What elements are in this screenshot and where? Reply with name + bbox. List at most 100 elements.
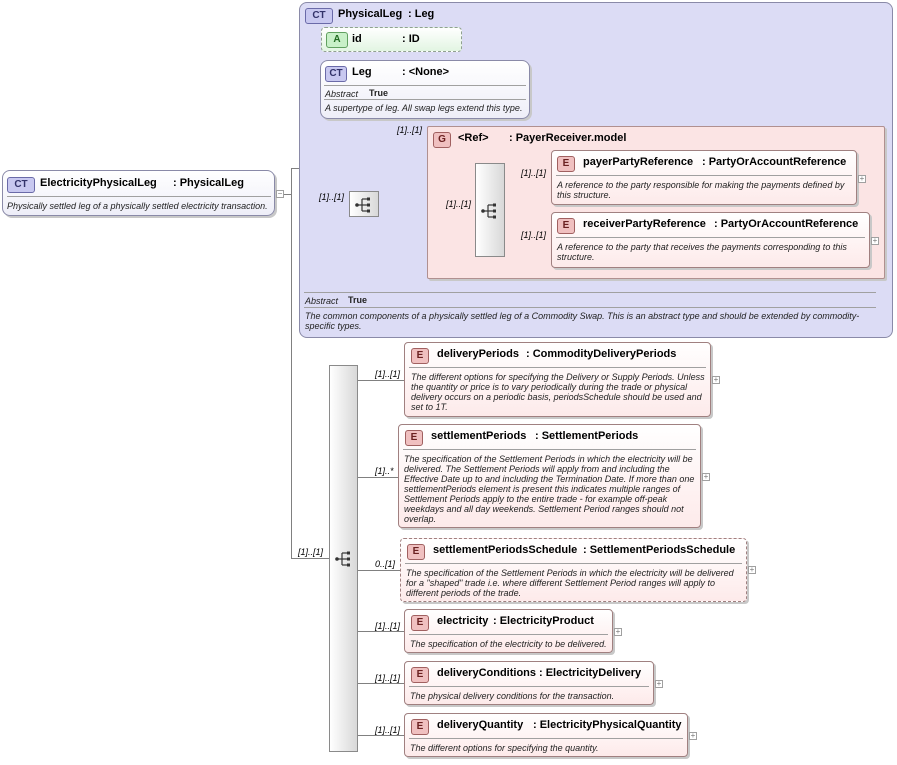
- element-badge: E: [411, 615, 429, 631]
- element-description: The specification of the electricity to …: [410, 639, 607, 649]
- separator: [556, 237, 865, 238]
- element-name: deliveryQuantity: [437, 719, 524, 731]
- group-type: : PayerReceiver.model: [509, 132, 627, 144]
- sequence-icon: [335, 551, 350, 567]
- element-name: payerPartyReference: [583, 156, 694, 168]
- expand-icon[interactable]: +: [614, 628, 622, 636]
- connector-line: [358, 631, 404, 632]
- element-delivery-quantity[interactable]: E deliveryQuantity : ElectricityPhysical…: [404, 713, 688, 757]
- element-electricity[interactable]: E electricity : ElectricityProduct The s…: [404, 609, 613, 653]
- element-multiplicity: [1]..[1]: [521, 168, 547, 178]
- expand-icon[interactable]: +: [655, 680, 663, 688]
- connector-line: [291, 558, 329, 559]
- separator: [324, 85, 526, 86]
- element-badge: E: [411, 348, 429, 364]
- element-settlement-periods-schedule[interactable]: E settlementPeriodsSchedule : Settlement…: [400, 538, 747, 602]
- expand-icon[interactable]: +: [748, 566, 756, 574]
- abstract-label: Abstract: [305, 296, 339, 306]
- element-description: The physical delivery conditions for the…: [410, 691, 615, 701]
- element-name: receiverPartyReference: [583, 218, 706, 230]
- separator: [409, 634, 608, 635]
- element-payer-party-reference[interactable]: E payerPartyReference : PartyOrAccountRe…: [551, 150, 857, 205]
- element-receiver-party-reference[interactable]: E receiverPartyReference : PartyOrAccoun…: [551, 212, 870, 268]
- expand-icon[interactable]: +: [712, 376, 720, 384]
- element-name: settlementPeriods: [431, 430, 527, 442]
- element-type: : ElectricityProduct: [493, 615, 594, 627]
- attribute-name: id: [352, 33, 362, 45]
- element-name: settlementPeriodsSchedule: [433, 544, 578, 556]
- element-type: : PartyOrAccountReference: [702, 156, 847, 168]
- element-name: deliveryPeriods: [437, 348, 519, 360]
- root-name: ElectricityPhysicalLeg: [40, 177, 157, 189]
- connector-line: [358, 380, 404, 381]
- group-multiplicity: [1]..[1]: [397, 125, 423, 135]
- complex-type-badge: CT: [305, 8, 333, 24]
- element-description: The different options for specifying the…: [411, 372, 705, 412]
- element-multiplicity: [1]..[1]: [375, 369, 401, 379]
- leg-complex-type[interactable]: CT Leg : <None> Abstract True A supertyp…: [320, 60, 530, 119]
- connector-line: [358, 477, 398, 478]
- sequence-icon: [481, 203, 496, 219]
- id-attribute[interactable]: A id : ID: [321, 27, 462, 52]
- expand-icon[interactable]: +: [702, 473, 710, 481]
- complex-type-badge: CT: [7, 177, 35, 193]
- connector-line: [291, 168, 292, 558]
- element-description: The specification of the Settlement Peri…: [406, 568, 734, 598]
- sequence-multiplicity: [1]..[1]: [298, 547, 324, 557]
- separator: [409, 367, 706, 368]
- element-type: : ElectricityPhysicalQuantity: [533, 719, 682, 731]
- element-delivery-conditions[interactable]: E deliveryConditions : ElectricityDelive…: [404, 661, 654, 705]
- leg-type: : <None>: [402, 66, 450, 78]
- root-complex-type[interactable]: CT ElectricityPhysicalLeg : PhysicalLeg …: [2, 170, 275, 216]
- physical-leg-description: The common components of a physically se…: [305, 311, 860, 331]
- connector-line: [358, 683, 404, 684]
- connector-line: [358, 570, 400, 571]
- sequence-multiplicity: [1]..[1]: [319, 192, 345, 202]
- separator: [7, 196, 271, 197]
- element-badge: E: [557, 156, 575, 172]
- element-description: A reference to the party responsible for…: [557, 180, 845, 200]
- element-type: : SettlementPeriods: [535, 430, 639, 442]
- separator: [324, 99, 526, 100]
- root-description: Physically settled leg of a physically s…: [7, 201, 268, 211]
- element-description: The specification of the Settlement Peri…: [404, 454, 695, 524]
- expand-icon[interactable]: +: [871, 237, 879, 245]
- sequence-icon: [355, 197, 370, 213]
- leg-description: A supertype of leg. All swap legs extend…: [325, 103, 523, 113]
- physical-leg-name: PhysicalLeg: [338, 8, 403, 20]
- complex-type-badge: CT: [325, 66, 347, 82]
- abstract-value: True: [348, 295, 368, 305]
- element-settlement-periods[interactable]: E settlementPeriods : SettlementPeriods …: [398, 424, 701, 528]
- separator: [403, 449, 696, 450]
- sequence-compositor[interactable]: [349, 191, 379, 217]
- expand-icon[interactable]: +: [858, 175, 866, 183]
- element-badge: E: [407, 544, 425, 560]
- connector-line: [358, 735, 404, 736]
- element-multiplicity: [1]..*: [375, 466, 394, 476]
- main-sequence-compositor[interactable]: [329, 365, 358, 752]
- group-badge: G: [433, 132, 451, 148]
- abstract-value: True: [369, 88, 389, 98]
- group-sequence-compositor[interactable]: [475, 163, 505, 257]
- element-delivery-periods[interactable]: E deliveryPeriods : CommodityDeliveryPer…: [404, 342, 711, 417]
- separator: [556, 175, 852, 176]
- element-multiplicity: [1]..[1]: [375, 621, 401, 631]
- collapse-icon[interactable]: −: [276, 190, 284, 198]
- element-badge: E: [411, 667, 429, 683]
- separator: [405, 563, 742, 564]
- root-type: : PhysicalLeg: [173, 177, 244, 189]
- attribute-badge: A: [326, 32, 348, 48]
- element-name: electricity: [437, 615, 489, 627]
- element-type: : PartyOrAccountReference: [714, 218, 859, 230]
- element-badge: E: [411, 719, 429, 735]
- element-multiplicity: [1]..[1]: [521, 230, 547, 240]
- expand-icon[interactable]: +: [689, 732, 697, 740]
- element-multiplicity: 0..[1]: [375, 559, 396, 569]
- separator: [409, 686, 649, 687]
- physical-leg-type: : Leg: [408, 8, 435, 20]
- leg-name: Leg: [352, 66, 372, 78]
- element-multiplicity: [1]..[1]: [375, 725, 401, 735]
- element-badge: E: [405, 430, 423, 446]
- group-name: <Ref>: [458, 132, 489, 144]
- element-badge: E: [557, 218, 575, 234]
